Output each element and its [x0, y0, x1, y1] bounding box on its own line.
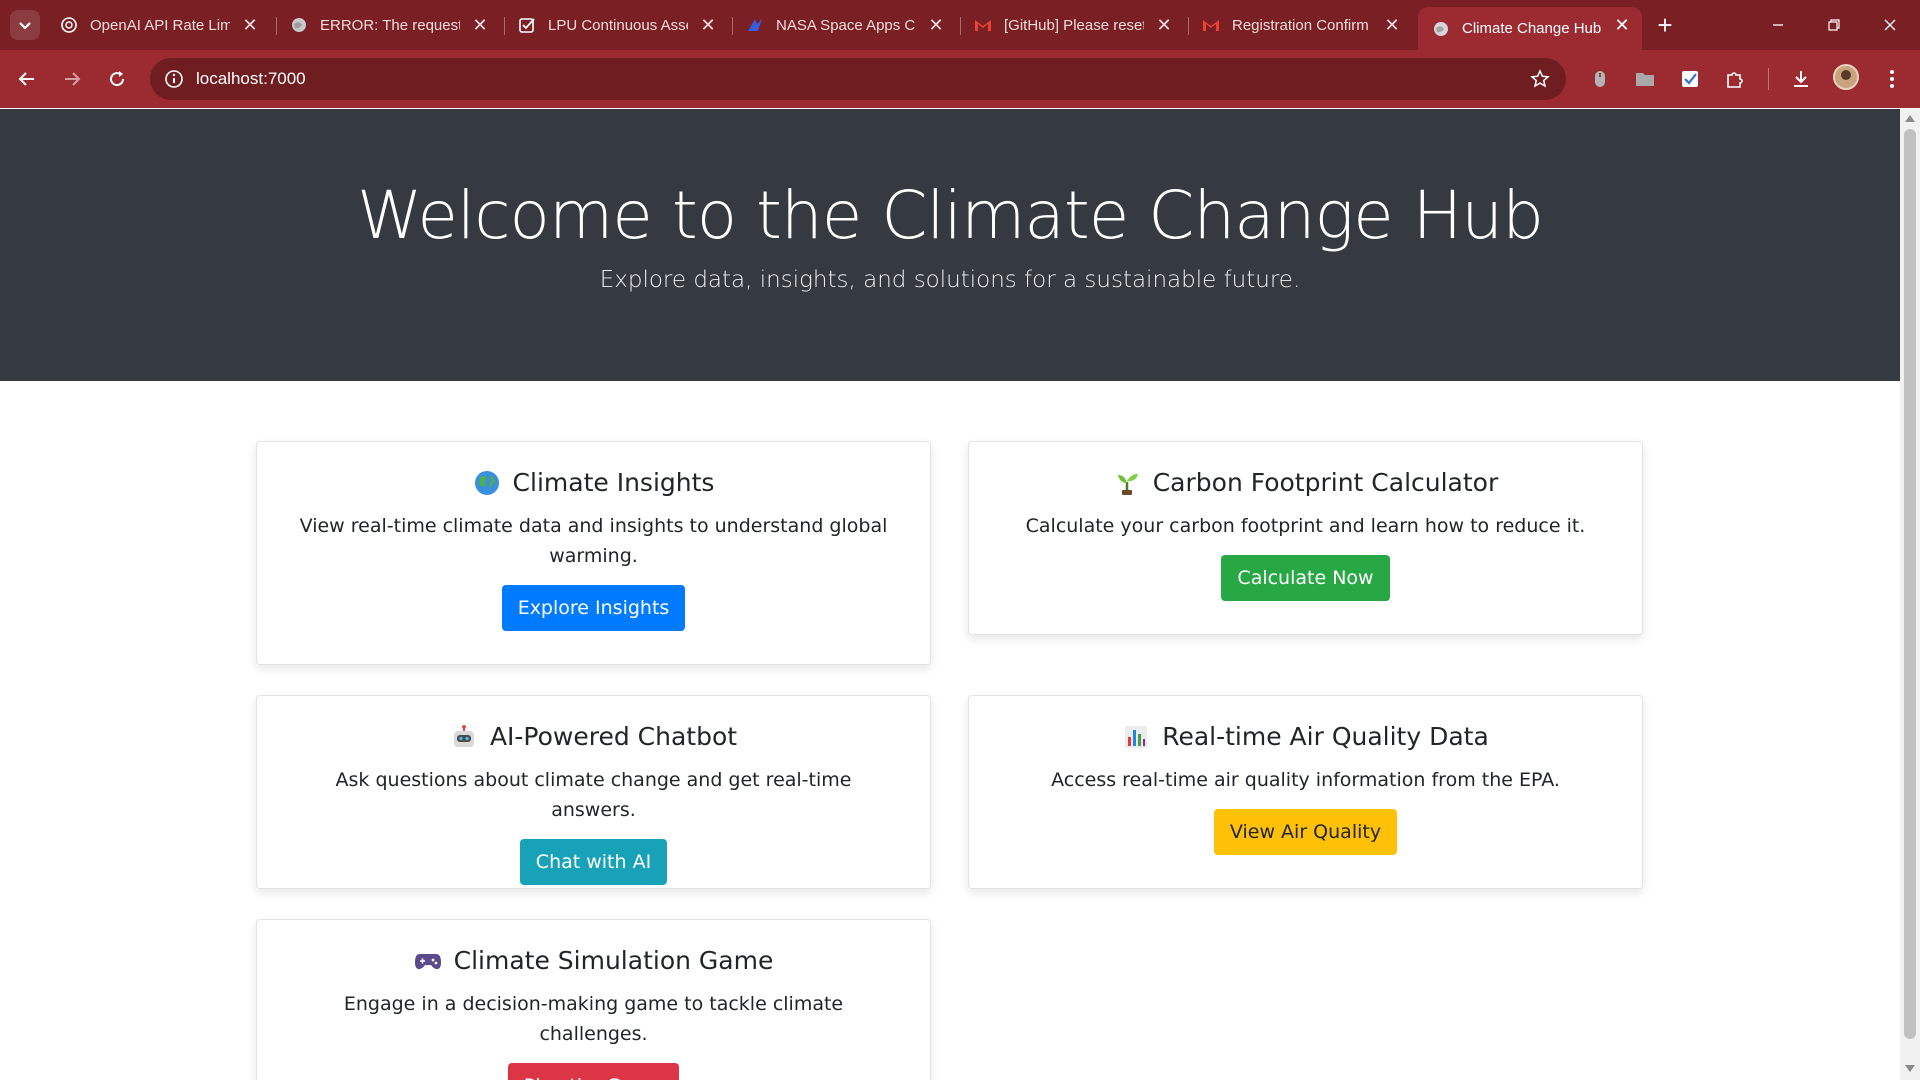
- restore-button[interactable]: [1806, 0, 1862, 50]
- tab-climate-change-hub[interactable]: Climate Change Hub ✕: [1418, 7, 1642, 50]
- view-air-quality-button[interactable]: View Air Quality: [1213, 809, 1398, 855]
- profile-avatar[interactable]: [1833, 64, 1859, 90]
- minimize-icon: [1773, 24, 1783, 26]
- page-subtitle: Explore data, insights, and solutions fo…: [599, 267, 1301, 293]
- card-description: Access real-time air quality information…: [1051, 769, 1560, 791]
- scrollbar-thumb[interactable]: [1904, 129, 1916, 1039]
- tab-title: ERROR: The request c: [320, 16, 460, 34]
- card-description: Ask questions about climate change and g…: [335, 769, 852, 821]
- card-description: View real-time climate data and insights…: [299, 515, 888, 567]
- close-tab-icon[interactable]: ✕: [470, 15, 490, 35]
- card-climate-game: Climate Simulation Game Engage in a deci…: [256, 919, 931, 1080]
- restore-icon: [1828, 19, 1840, 31]
- explore-insights-button[interactable]: Explore Insights: [501, 585, 686, 631]
- extension-mouse-icon[interactable]: [1585, 64, 1615, 94]
- url-text: localhost:7000: [196, 69, 306, 88]
- page-scrollbar[interactable]: [1900, 109, 1920, 1080]
- card-title: Climate Simulation Game: [257, 946, 930, 975]
- forward-arrow-icon: [65, 72, 81, 86]
- card-ai-chatbot: AI-Powered Chatbot Ask questions about c…: [256, 695, 931, 889]
- address-bar[interactable]: localhost:7000: [150, 58, 1566, 100]
- back-button[interactable]: [10, 62, 44, 96]
- globe-icon: [1432, 20, 1450, 38]
- game-controller-emoji-icon: [414, 947, 442, 975]
- extensions-puzzle-icon[interactable]: [1720, 64, 1750, 94]
- tab-title: OpenAI API Rate Lim: [90, 16, 230, 34]
- card-title: Real-time Air Quality Data: [969, 722, 1642, 751]
- tab-openai[interactable]: OpenAI API Rate Lim ✕: [46, 7, 270, 43]
- close-tab-icon[interactable]: ✕: [1612, 15, 1632, 35]
- card-title: AI-Powered Chatbot: [257, 722, 930, 751]
- scroll-down-arrow-icon[interactable]: [1905, 1065, 1915, 1072]
- hero-banner: Welcome to the Climate Change Hub Explor…: [0, 109, 1900, 381]
- tab-search-button[interactable]: [10, 10, 40, 40]
- site-info-icon[interactable]: [162, 67, 186, 91]
- close-window-button[interactable]: [1862, 0, 1918, 50]
- globe-icon: [290, 16, 308, 34]
- robot-emoji-icon: [450, 723, 478, 751]
- chat-with-ai-button[interactable]: Chat with AI: [519, 839, 668, 885]
- card-description: Engage in a decision-making game to tack…: [343, 993, 844, 1045]
- card-title-text: Climate Simulation Game: [453, 946, 774, 975]
- card-title: Climate Insights: [257, 468, 930, 497]
- close-tab-icon[interactable]: ✕: [926, 15, 946, 35]
- extension-folder-icon[interactable]: [1630, 64, 1660, 94]
- bar-chart-emoji-icon: [1122, 723, 1150, 751]
- tab-title: Registration Confirm: [1232, 16, 1369, 34]
- forward-button[interactable]: [55, 62, 89, 96]
- downloads-icon[interactable]: [1786, 64, 1816, 94]
- reload-icon: [110, 71, 125, 87]
- toolbar-divider: [1768, 68, 1769, 90]
- tab-lpu[interactable]: LPU Continuous Asse ✕: [504, 7, 728, 43]
- gmail-icon: [974, 16, 992, 34]
- reload-button[interactable]: [100, 62, 134, 96]
- tab-strip: OpenAI API Rate Lim ✕ ERROR: The request…: [0, 0, 1920, 50]
- back-arrow-icon: [18, 72, 34, 86]
- chevron-down-icon: [19, 22, 31, 30]
- close-icon: [1884, 19, 1896, 31]
- tab-title: Climate Change Hub: [1462, 20, 1602, 37]
- tab-title: [GitHub] Please reset: [1004, 16, 1144, 34]
- card-title-text: Climate Insights: [512, 468, 715, 497]
- tab-registration-email[interactable]: Registration Confirm ✕: [1188, 7, 1412, 43]
- tab-title: NASA Space Apps Ch: [776, 16, 916, 34]
- close-tab-icon[interactable]: ✕: [1154, 15, 1174, 35]
- menu-kebab-icon[interactable]: [1877, 64, 1907, 94]
- tab-nasa[interactable]: NASA Space Apps Ch ✕: [732, 7, 956, 43]
- card-carbon-footprint: Carbon Footprint Calculator Calculate yo…: [968, 441, 1643, 635]
- close-tab-icon[interactable]: ✕: [240, 15, 260, 35]
- card-title-text: AI-Powered Chatbot: [489, 722, 738, 751]
- minimize-button[interactable]: [1750, 0, 1806, 50]
- seedling-emoji-icon: [1113, 469, 1141, 497]
- play-the-game-button[interactable]: Play the Game: [507, 1063, 680, 1080]
- card-title-text: Real-time Air Quality Data: [1162, 722, 1489, 751]
- extension-checklist-icon[interactable]: [1675, 64, 1705, 94]
- scroll-up-arrow-icon[interactable]: [1905, 115, 1915, 122]
- card-air-quality: Real-time Air Quality Data Access real-t…: [968, 695, 1643, 889]
- calculate-now-button[interactable]: Calculate Now: [1221, 555, 1390, 601]
- nasa-icon: [746, 16, 764, 34]
- checkbox-icon: [518, 16, 536, 34]
- close-tab-icon[interactable]: ✕: [1382, 15, 1402, 35]
- close-tab-icon[interactable]: ✕: [698, 15, 718, 35]
- browser-toolbar: localhost:7000: [0, 50, 1920, 108]
- globe-emoji-icon: [473, 469, 501, 497]
- tab-title: LPU Continuous Asse: [548, 16, 688, 34]
- card-climate-insights: Climate Insights View real-time climate …: [256, 441, 931, 665]
- tab-github-email[interactable]: [GitHub] Please reset ✕: [960, 7, 1184, 43]
- new-tab-button[interactable]: +: [1650, 10, 1680, 40]
- avatar-face: [1841, 70, 1851, 80]
- card-title-text: Carbon Footprint Calculator: [1152, 468, 1499, 497]
- page-title: Welcome to the Climate Change Hub: [356, 177, 1544, 254]
- card-title: Carbon Footprint Calculator: [969, 468, 1642, 497]
- card-description: Calculate your carbon footprint and lear…: [1025, 515, 1586, 537]
- openai-icon: [60, 16, 78, 34]
- bookmark-star-icon[interactable]: [1528, 67, 1552, 91]
- gmail-icon: [1202, 16, 1220, 34]
- tab-error[interactable]: ERROR: The request c ✕: [276, 7, 500, 43]
